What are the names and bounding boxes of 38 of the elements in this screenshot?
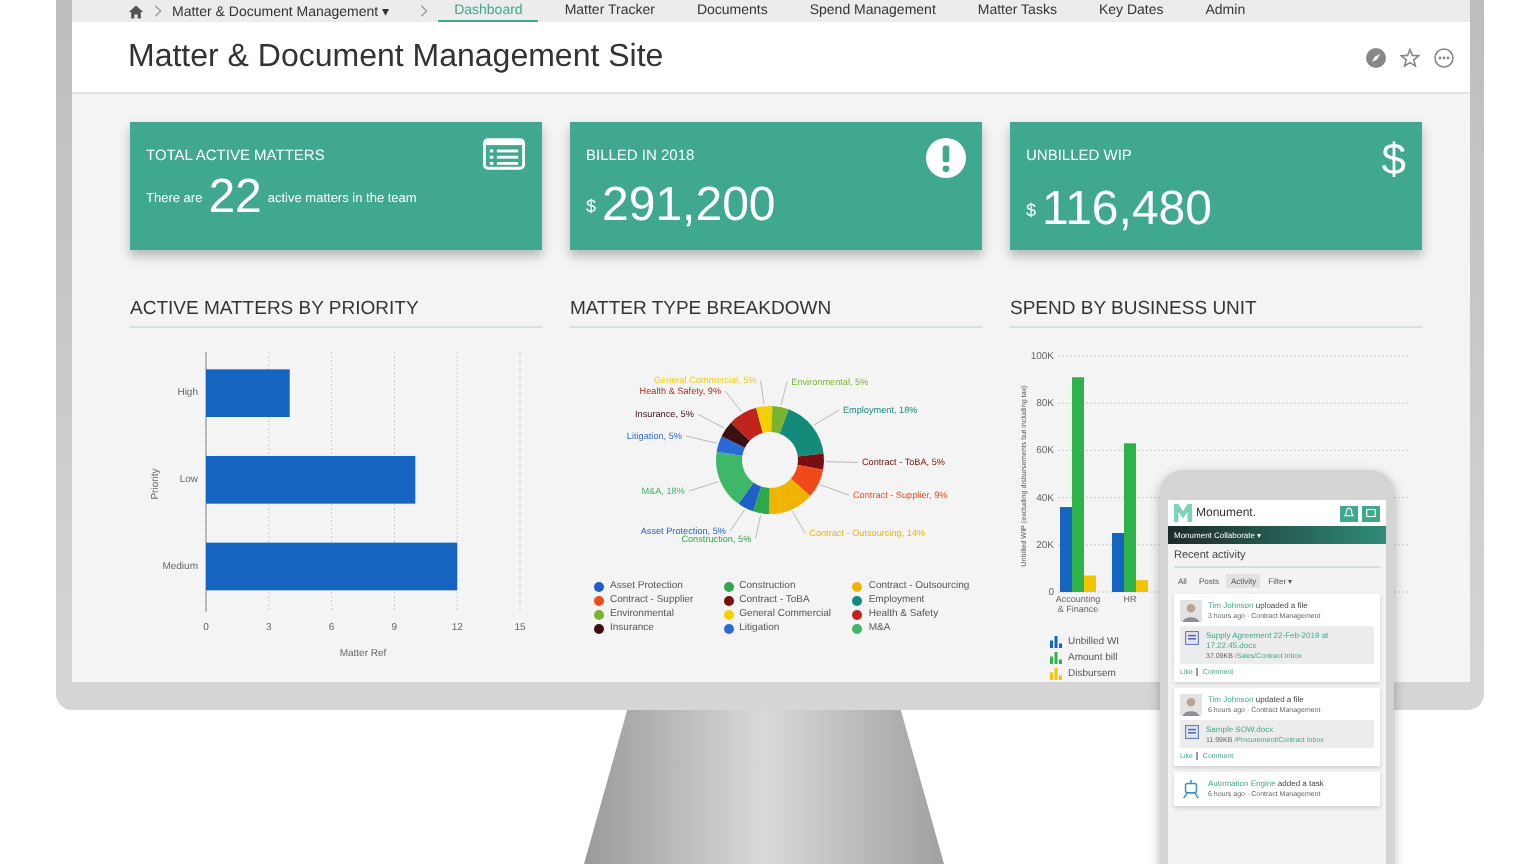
chart-title: MATTER TYPE BREAKDOWN [570, 298, 982, 328]
chart-title: ACTIVE MATTERS BY PRIORITY [130, 298, 542, 328]
star-icon[interactable] [1400, 47, 1420, 67]
leader-line [792, 510, 806, 534]
site-title: Matter & Document Management Site [128, 39, 666, 75]
document-icon [1184, 724, 1200, 740]
leader-line [760, 380, 765, 405]
avatar-icon [1180, 600, 1202, 622]
leader-line [685, 435, 717, 444]
card-value: 116,480 [1042, 182, 1212, 238]
leader-line [825, 461, 859, 463]
robot-icon [1180, 778, 1202, 800]
list-icon [482, 138, 526, 170]
currency-sign: $ [586, 196, 597, 216]
currency-sign: $ [1026, 200, 1037, 220]
logo-icon [1174, 504, 1192, 522]
leader-line [813, 409, 840, 426]
leader-line [755, 514, 762, 540]
card-value: 291,200 [602, 178, 776, 234]
card-value: 22 [208, 170, 262, 226]
menu-button[interactable] [1362, 505, 1380, 521]
dollar-icon: $ [1381, 138, 1406, 182]
leader-line [780, 381, 788, 406]
donut-slice [721, 422, 750, 448]
compass-icon[interactable] [1366, 47, 1386, 67]
chevron-icon [154, 4, 162, 18]
bell-button[interactable] [1340, 505, 1358, 521]
leader-line [688, 481, 719, 492]
more-icon[interactable] [1434, 47, 1454, 67]
chevron-icon [420, 4, 429, 18]
leader-line [819, 484, 850, 496]
chart-title: SPEND BY BUSINESS UNIT [1010, 298, 1422, 328]
leader-line [729, 509, 745, 532]
avatar-icon [1180, 694, 1202, 716]
exclamation-icon [926, 138, 966, 178]
chart-bar [206, 369, 290, 417]
home-icon[interactable] [128, 3, 144, 19]
document-icon [1184, 630, 1200, 646]
